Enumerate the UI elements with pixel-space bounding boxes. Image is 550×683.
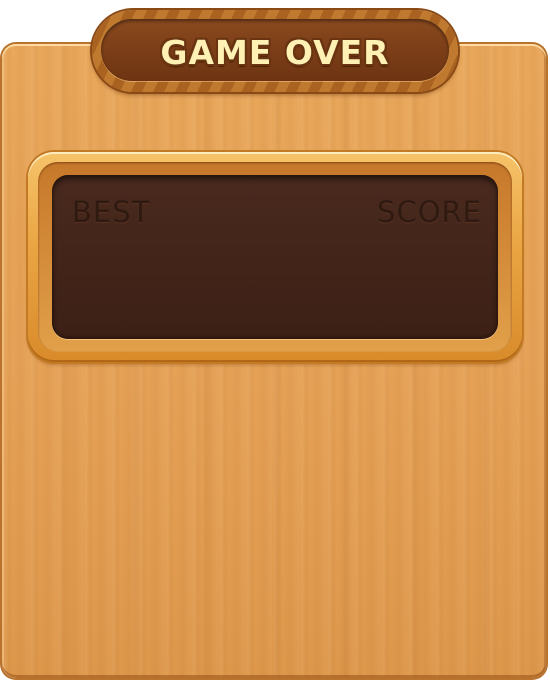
score-panel: BEST SCORE	[52, 175, 498, 339]
best-label: BEST	[72, 195, 151, 229]
score-frame: BEST SCORE	[28, 152, 522, 362]
score-label: SCORE	[377, 195, 482, 229]
game-over-screen: GAME OVER BEST SCORE	[0, 0, 550, 683]
title-plaque: GAME OVER	[92, 10, 458, 92]
title-plaque-inner: GAME OVER	[101, 19, 449, 81]
game-over-title: GAME OVER	[160, 32, 390, 72]
